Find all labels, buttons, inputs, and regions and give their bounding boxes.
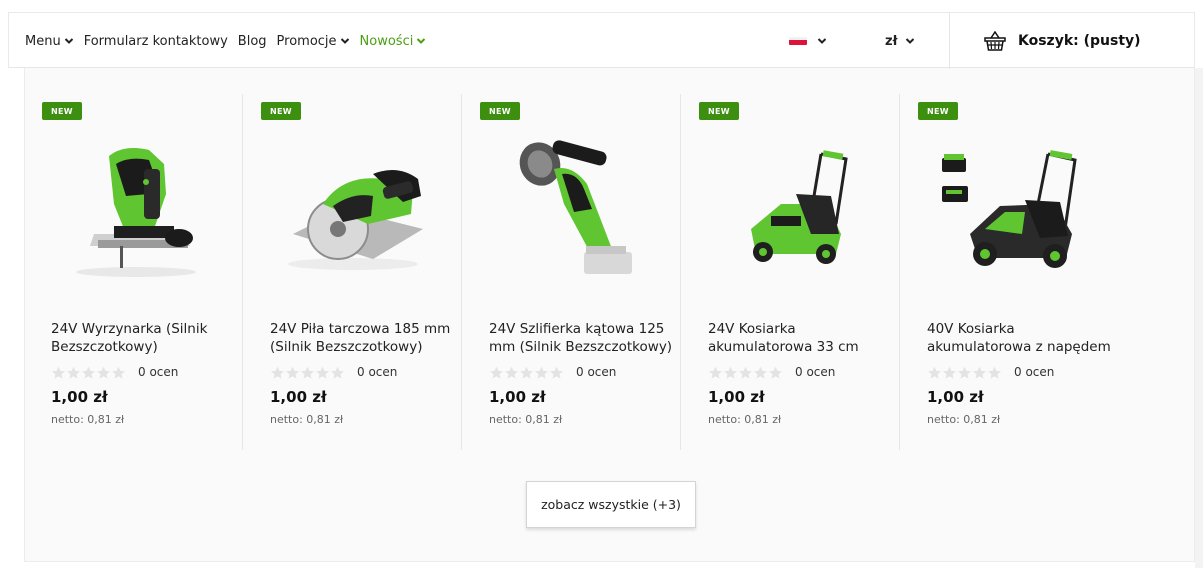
product-net-price: netto: 0,81 zł [270,413,344,426]
product-name[interactable]: 40V Kosiarka akumulatorowa z napędem [927,320,1117,356]
nav-item-label: Promocje [276,33,337,49]
chevron-down-icon [817,36,827,46]
nav-item-new-arrivals[interactable]: Nowości [360,34,427,49]
product-net-price: netto: 0,81 zł [51,413,125,426]
rating-count: 0 ocen [795,365,836,379]
product-rating: 0 ocen [51,365,178,379]
product-net-price: netto: 0,81 zł [927,413,1001,426]
rating-count: 0 ocen [1014,365,1055,379]
star-icon [490,366,503,379]
star-icon [550,366,563,379]
nav-item-label: Formularz kontaktowy [83,33,228,49]
nav-item-blog[interactable]: Blog [238,34,267,49]
nav-item-label: Nowości [359,33,414,49]
star-icon [286,366,299,379]
star-icon [769,366,782,379]
star-icon [52,366,65,379]
star-icon [316,366,329,379]
product-card[interactable]: NEW 24V Piła tarczowa 185 mm (Silnik Bez… [243,94,462,450]
star-icon [520,366,533,379]
star-icon [97,366,110,379]
star-icon [112,366,125,379]
chevron-down-icon [416,36,426,46]
star-icon [739,366,752,379]
product-name[interactable]: 24V Piła tarczowa 185 mm (Silnik Bezszcz… [270,320,460,356]
product-net-price: netto: 0,81 zł [708,413,782,426]
star-icon [709,366,722,379]
language-selector[interactable] [789,13,827,69]
star-icon [928,366,941,379]
pl-flag-icon [789,37,807,45]
circular-saw-image[interactable] [273,134,433,284]
rating-stars [927,366,1002,379]
currency-selector[interactable]: zł [885,13,915,69]
cart-label: Koszyk: (pusty) [1018,33,1141,49]
basket-icon [984,30,1006,51]
product-name[interactable]: 24V Kosiarka akumulatorowa 33 cm [708,320,898,356]
star-icon [988,366,1001,379]
star-icon [724,366,737,379]
product-card[interactable]: NEW 40V Kosiarka akumulatorowa z napędem [900,94,1119,450]
jigsaw-image[interactable] [54,134,214,284]
product-rating: 0 ocen [270,365,397,379]
product-card[interactable]: NEW 24V Wyrzynarka (Silnik Bezszczotkowy… [24,94,243,450]
new-products-list: NEW 24V Wyrzynarka (Silnik Bezszczotkowy… [24,94,1154,450]
star-icon [505,366,518,379]
currency-label: zł [885,33,898,49]
star-icon [82,366,95,379]
chevron-down-icon [905,36,915,46]
product-rating: 0 ocen [927,365,1054,379]
rating-count: 0 ocen [138,365,179,379]
panel-edge [1195,68,1203,568]
nav-item-label: Menu [25,33,61,49]
product-rating: 0 ocen [489,365,616,379]
rating-stars [51,366,126,379]
product-price: 1,00 zł [270,388,327,406]
product-card[interactable]: NEW 24V Szlifierka kątowa 125 mm (Silnik… [462,94,681,450]
product-name[interactable]: 24V Szlifierka kątowa 125 mm (Silnik Bez… [489,320,679,356]
new-badge: NEW [42,102,82,120]
nav-item-contact-form[interactable]: Formularz kontaktowy [84,34,228,49]
cart-button[interactable]: Koszyk: (pusty) [949,13,1196,69]
rating-count: 0 ocen [576,365,617,379]
star-icon [943,366,956,379]
rating-stars [708,366,783,379]
product-price: 1,00 zł [708,388,765,406]
new-badge: NEW [918,102,958,120]
lawn-mower-image[interactable] [711,134,871,284]
rating-count: 0 ocen [357,365,398,379]
star-icon [958,366,971,379]
rating-stars [489,366,564,379]
product-price: 1,00 zł [51,388,108,406]
chevron-down-icon [340,36,350,46]
star-icon [67,366,80,379]
product-price: 1,00 zł [489,388,546,406]
star-icon [535,366,548,379]
new-badge: NEW [261,102,301,120]
product-net-price: netto: 0,81 zł [489,413,563,426]
top-navigation-bar: Menu Formularz kontaktowy Blog Promocje … [8,12,1196,69]
star-icon [754,366,767,379]
nav-item-menu[interactable]: Menu [25,34,74,49]
product-price: 1,00 zł [927,388,984,406]
self-propelled-mower-image[interactable] [930,134,1090,284]
star-icon [973,366,986,379]
see-all-button[interactable]: zobacz wszystkie (+3) [526,481,696,528]
product-name[interactable]: 24V Wyrzynarka (Silnik Bezszczotkowy) [51,320,241,356]
new-badge: NEW [699,102,739,120]
product-card[interactable]: NEW 24V Kosiarka akumulatorowa 33 cm 0 o… [681,94,900,450]
new-badge: NEW [480,102,520,120]
star-icon [301,366,314,379]
nav-item-promotions[interactable]: Promocje [277,34,350,49]
star-icon [331,366,344,379]
chevron-down-icon [64,36,74,46]
main-menu: Menu Formularz kontaktowy Blog Promocje … [25,13,436,69]
page-margin [0,68,24,568]
product-rating: 0 ocen [708,365,835,379]
angle-grinder-image[interactable] [492,134,652,284]
star-icon [271,366,284,379]
rating-stars [270,366,345,379]
nav-item-label: Blog [237,33,267,49]
